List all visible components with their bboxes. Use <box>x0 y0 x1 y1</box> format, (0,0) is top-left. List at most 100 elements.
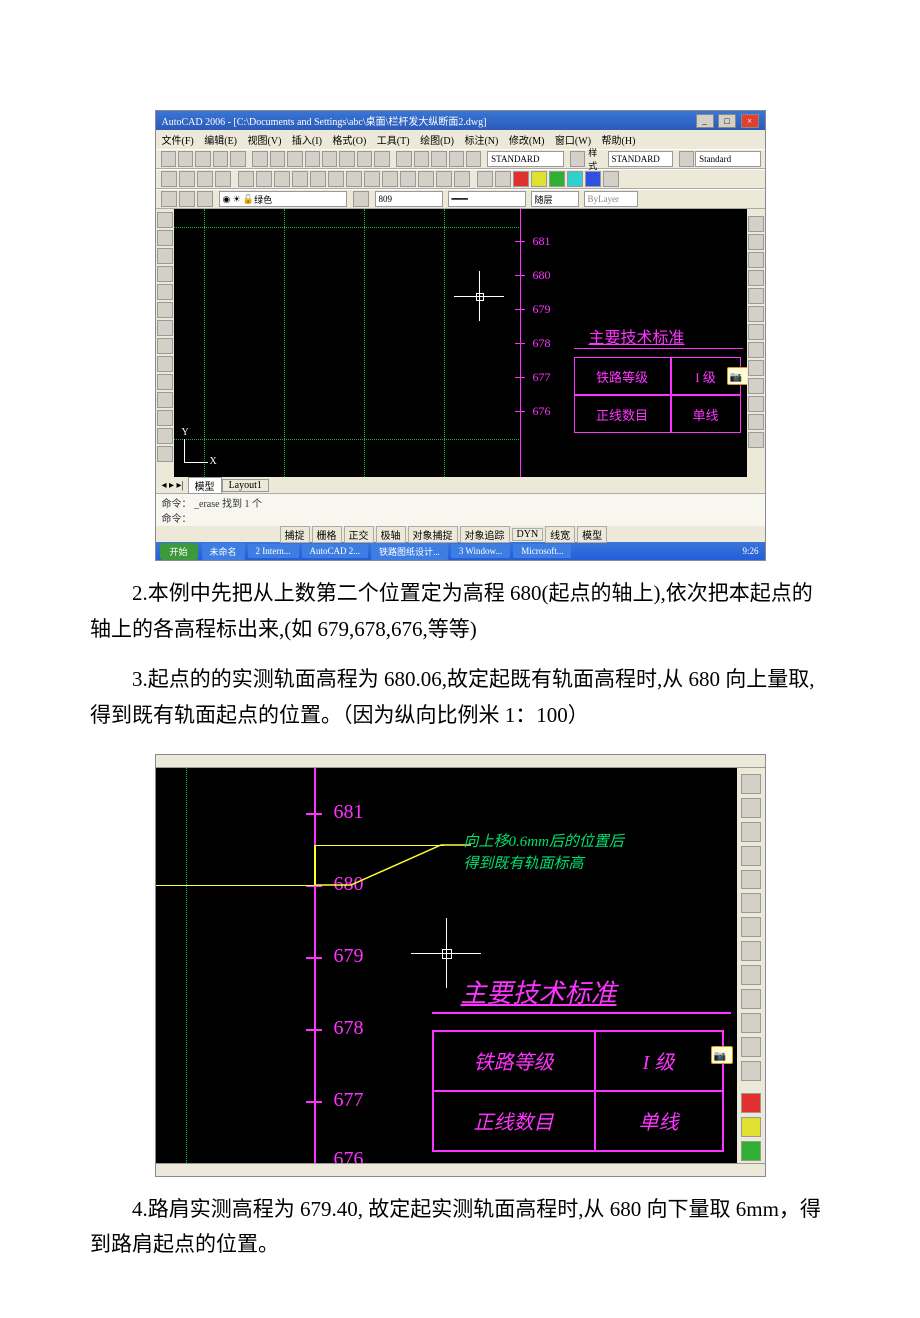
menu-modify[interactable]: 修改(M) <box>509 132 545 147</box>
palette-icon[interactable] <box>741 965 761 985</box>
right-tool-palette[interactable] <box>737 768 765 1163</box>
palette-icon[interactable] <box>157 338 173 354</box>
menu-window[interactable]: 窗口(W) <box>555 132 591 147</box>
color-yellow-icon[interactable] <box>741 1117 761 1137</box>
start-button[interactable]: 开始 <box>160 543 198 560</box>
palette-icon[interactable] <box>741 989 761 1009</box>
tool-icon[interactable] <box>161 151 176 167</box>
toolbar-row-2[interactable] <box>156 169 765 189</box>
command-line[interactable]: 命令： _erase 找到 1 个 命令： <box>156 493 765 526</box>
tool-icon[interactable] <box>270 151 285 167</box>
status-snap[interactable]: 捕捉 <box>280 526 310 543</box>
palette-icon[interactable] <box>157 428 173 444</box>
lineweight-dropdown[interactable]: ━━━ <box>448 191 526 207</box>
palette-icon[interactable] <box>748 360 764 376</box>
tool-icon[interactable] <box>603 171 619 187</box>
style-dropdown-2[interactable]: STANDARD <box>608 151 673 167</box>
status-dyn[interactable]: DYN <box>512 528 544 541</box>
palette-icon[interactable] <box>741 798 761 818</box>
camera-icon[interactable] <box>711 1046 733 1064</box>
menu-insert[interactable]: 插入(I) <box>292 132 322 147</box>
minimize-icon[interactable]: _ <box>696 114 714 128</box>
tool-icon[interactable] <box>436 171 452 187</box>
standard-dropdown[interactable]: Standard <box>695 151 760 167</box>
status-osnap[interactable]: 对象捕捉 <box>408 526 458 543</box>
palette-icon[interactable] <box>741 846 761 866</box>
palette-icon[interactable] <box>157 284 173 300</box>
color-red-icon[interactable] <box>741 1093 761 1113</box>
tool-icon[interactable] <box>495 171 511 187</box>
tool-icon[interactable] <box>570 151 585 167</box>
status-grid[interactable]: 栅格 <box>312 526 342 543</box>
palette-icon[interactable] <box>741 941 761 961</box>
menu-view[interactable]: 视图(V) <box>248 132 282 147</box>
maximize-icon[interactable]: □ <box>718 114 736 128</box>
color-cyan-icon[interactable] <box>567 171 583 187</box>
palette-icon[interactable] <box>157 356 173 372</box>
palette-icon[interactable] <box>748 378 764 394</box>
menu-format[interactable]: 格式(O) <box>332 132 366 147</box>
taskbar-item[interactable]: Microsoft... <box>513 544 571 558</box>
palette-icon[interactable] <box>741 870 761 890</box>
palette-icon[interactable] <box>741 917 761 937</box>
menu-bar[interactable]: 文件(F) 编辑(E) 视图(V) 插入(I) 格式(O) 工具(T) 绘图(D… <box>156 130 765 149</box>
tool-icon[interactable] <box>400 171 416 187</box>
tool-icon[interactable] <box>374 151 389 167</box>
tool-icon[interactable] <box>418 171 434 187</box>
taskbar-item[interactable]: 2 Intern... <box>248 544 299 558</box>
menu-draw[interactable]: 绘图(D) <box>420 132 454 147</box>
palette-icon[interactable] <box>748 216 764 232</box>
tool-icon[interactable] <box>213 151 228 167</box>
menu-edit[interactable]: 编辑(E) <box>204 132 237 147</box>
tool-icon[interactable] <box>178 151 193 167</box>
tool-icon[interactable] <box>466 151 481 167</box>
tool-icon[interactable] <box>238 171 254 187</box>
palette-icon[interactable] <box>748 414 764 430</box>
palette-icon[interactable] <box>157 302 173 318</box>
palette-icon[interactable] <box>157 410 173 426</box>
tool-icon[interactable] <box>161 171 177 187</box>
palette-icon[interactable] <box>157 446 173 462</box>
tool-icon[interactable] <box>364 171 380 187</box>
tool-icon[interactable] <box>382 171 398 187</box>
taskbar-item[interactable]: 铁路图纸设计... <box>371 543 448 560</box>
tool-icon[interactable] <box>431 151 446 167</box>
tool-icon[interactable] <box>339 151 354 167</box>
tool-icon[interactable] <box>195 151 210 167</box>
tool-icon[interactable] <box>449 151 464 167</box>
tool-icon[interactable] <box>477 171 493 187</box>
palette-icon[interactable] <box>748 432 764 448</box>
model-tab[interactable]: 模型 <box>188 477 222 494</box>
camera-icon[interactable] <box>727 367 747 385</box>
taskbar-item[interactable]: 未命名 <box>202 543 245 560</box>
tool-icon[interactable] <box>357 151 372 167</box>
tool-icon[interactable] <box>252 151 267 167</box>
taskbar-item[interactable]: AutoCAD 2... <box>302 544 369 558</box>
cmd-prompt[interactable]: 命令： <box>162 510 759 525</box>
palette-icon[interactable] <box>741 774 761 794</box>
layout-tab[interactable]: Layout1 <box>222 479 269 492</box>
palette-icon[interactable] <box>748 324 764 340</box>
status-lwt[interactable]: 线宽 <box>545 526 575 543</box>
palette-icon[interactable] <box>748 342 764 358</box>
palette-icon[interactable] <box>748 396 764 412</box>
palette-icon[interactable] <box>748 252 764 268</box>
tool-icon[interactable] <box>287 151 302 167</box>
tool-icon[interactable] <box>679 151 694 167</box>
tool-icon[interactable] <box>305 151 320 167</box>
palette-icon[interactable] <box>748 234 764 250</box>
toolbar-row-3[interactable]: ◉ ☀ 🔓 绿色 809 ━━━ 随层 ByLayer <box>156 189 765 209</box>
close-icon[interactable]: × <box>741 114 759 128</box>
palette-icon[interactable] <box>741 1061 761 1081</box>
tool-icon[interactable] <box>197 191 213 207</box>
tool-icon[interactable] <box>274 171 290 187</box>
tool-icon[interactable] <box>396 151 411 167</box>
tool-icon[interactable] <box>215 171 231 187</box>
tool-icon[interactable] <box>179 171 195 187</box>
drawing-canvas[interactable]: 681 680 679 678 677 676 向上移0.6mm后的位置后 得到… <box>156 768 737 1163</box>
tool-icon[interactable] <box>256 171 272 187</box>
color-yellow-icon[interactable] <box>531 171 547 187</box>
palette-icon[interactable] <box>741 822 761 842</box>
tool-icon[interactable] <box>454 171 470 187</box>
tool-icon[interactable] <box>310 171 326 187</box>
